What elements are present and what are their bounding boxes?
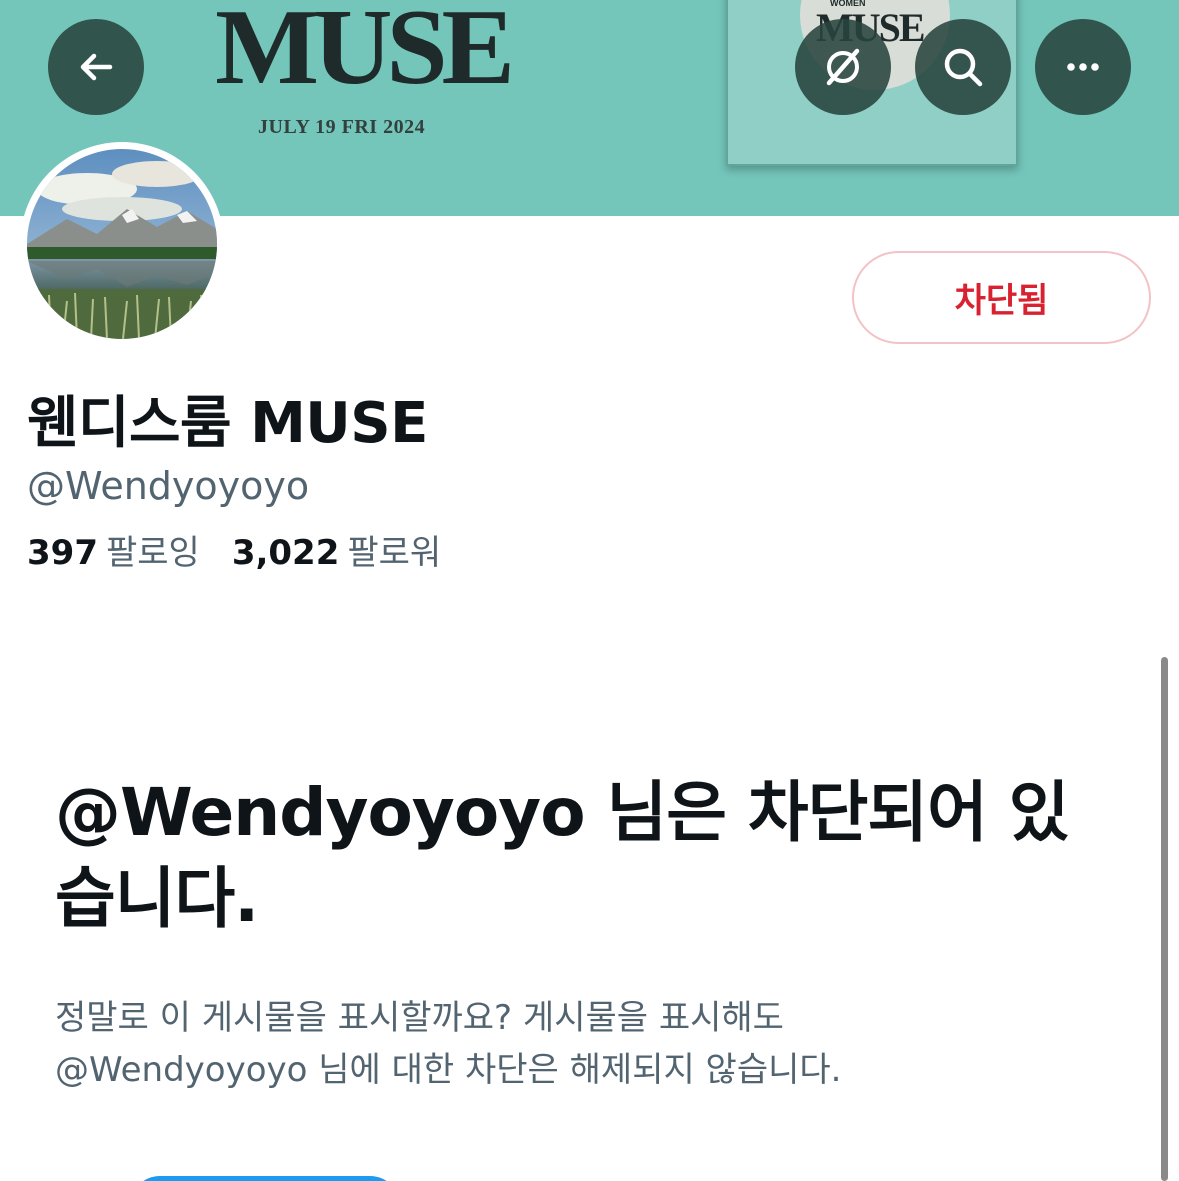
view-posts-button[interactable] bbox=[130, 1176, 400, 1181]
blocked-notice-heading: @Wendyoyoyo 님은 차단되어 있습니다. bbox=[55, 774, 1070, 937]
blocked-notice-body: 정말로 이 게시물을 표시할까요? 게시물을 표시해도 @Wendyoyoyo … bbox=[55, 992, 1115, 1096]
arrow-left-icon bbox=[80, 53, 113, 81]
scrollbar[interactable] bbox=[1161, 657, 1168, 1181]
notice-body-line-1: 정말로 이 게시물을 표시할까요? 게시물을 표시해도 bbox=[55, 998, 784, 1038]
following-count: 397 bbox=[27, 533, 98, 573]
more-button[interactable] bbox=[1035, 19, 1131, 115]
back-button[interactable] bbox=[48, 19, 144, 115]
avatar[interactable] bbox=[27, 149, 217, 339]
display-name: 웬디스룸 MUSE bbox=[27, 391, 428, 456]
banner-date: JULY 19 FRI 2024 bbox=[258, 116, 426, 138]
grok-icon bbox=[826, 48, 860, 86]
search-button[interactable] bbox=[915, 19, 1011, 115]
followers-link[interactable]: 3,022 팔로워 bbox=[232, 525, 441, 574]
banner-title: MUSE bbox=[215, 0, 515, 107]
follow-stats: 397 팔로잉 3,022 팔로워 bbox=[27, 525, 441, 574]
following-label: 팔로잉 bbox=[105, 533, 200, 573]
user-handle: @Wendyoyoyo bbox=[27, 464, 310, 508]
followers-label: 팔로워 bbox=[347, 533, 442, 573]
grok-button[interactable] bbox=[795, 19, 891, 115]
more-horizontal-icon bbox=[1067, 63, 1099, 71]
followers-count: 3,022 bbox=[231, 533, 340, 573]
notice-body-line-2: @Wendyoyoyo 님에 대한 차단은 해제되지 않습니다. bbox=[55, 1050, 842, 1090]
following-link[interactable]: 397 팔로잉 bbox=[27, 525, 200, 574]
search-icon bbox=[944, 48, 983, 87]
landscape-photo bbox=[27, 149, 217, 339]
blocked-button[interactable]: 차단됨 bbox=[852, 251, 1151, 344]
